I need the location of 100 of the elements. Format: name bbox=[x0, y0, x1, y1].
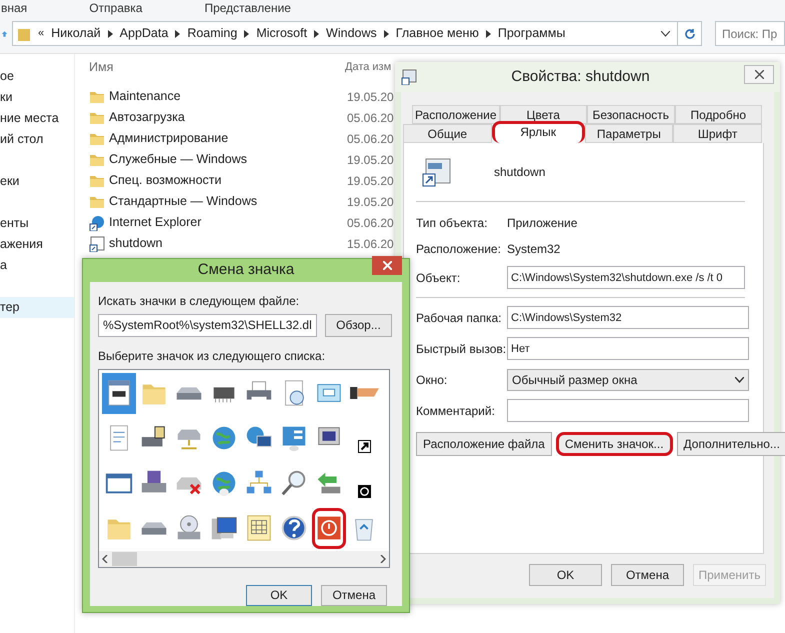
file-name[interactable]: shutdown bbox=[109, 234, 347, 253]
help-icon bbox=[279, 513, 309, 543]
chevron-right-icon bbox=[486, 30, 491, 38]
field-label: Окно: bbox=[416, 372, 448, 388]
shortcut-icon bbox=[89, 236, 105, 252]
close-button[interactable] bbox=[744, 64, 774, 84]
nav-item[interactable]: ки bbox=[0, 87, 74, 108]
nav-item[interactable]: ое bbox=[0, 66, 74, 87]
dialog-button[interactable]: OK bbox=[246, 584, 312, 606]
file-name[interactable]: Maintenance bbox=[109, 87, 347, 106]
column-header[interactable]: Дата изм bbox=[345, 58, 392, 76]
scroll-right-icon[interactable] bbox=[380, 554, 386, 562]
action-button[interactable]: Сменить значок... bbox=[556, 432, 673, 456]
file-name[interactable]: Спец. возможности bbox=[109, 171, 347, 190]
file-path-field[interactable]: %SystemRoot%\system32\SHELL32.dll bbox=[98, 314, 317, 336]
nav-item[interactable]: ажения bbox=[0, 234, 74, 255]
refresh-icon bbox=[684, 28, 696, 40]
shortcut-icon bbox=[401, 69, 417, 85]
nav-item[interactable]: еки bbox=[0, 171, 74, 192]
nav-item[interactable]: енты bbox=[0, 213, 74, 234]
dropdown-icon bbox=[735, 376, 744, 382]
close-icon bbox=[382, 260, 392, 270]
field-label: Объект: bbox=[416, 270, 462, 286]
chevron-right-icon bbox=[384, 30, 389, 38]
power-icon bbox=[358, 484, 370, 498]
window-title: Смена значка bbox=[196, 260, 296, 280]
tab[interactable]: Подробно bbox=[674, 105, 762, 124]
file-date: 19.05.20 bbox=[347, 152, 394, 168]
breadcrumb[interactable]: AppData bbox=[120, 24, 168, 43]
action-button[interactable]: Дополнительно... bbox=[676, 432, 785, 456]
field-label: Тип объекта: bbox=[416, 215, 488, 232]
shortcut-arrow-icon bbox=[358, 440, 370, 452]
file-date: 05.06.20 bbox=[347, 214, 394, 232]
field-label: Комментарий: bbox=[416, 402, 496, 420]
tab[interactable]: Безопасность bbox=[587, 105, 674, 124]
breadcrumb[interactable]: Главное меню bbox=[396, 24, 479, 43]
icon-list-label: Выберите значок из следующего списка: bbox=[98, 348, 326, 364]
input-field[interactable]: Нет bbox=[507, 337, 749, 360]
tab[interactable]: Ярлык bbox=[492, 121, 584, 143]
breadcrumb[interactable]: Программы bbox=[498, 24, 566, 43]
chevron-right-icon bbox=[108, 30, 113, 38]
shortcut-icon bbox=[422, 157, 452, 187]
file-date: 15.06.20 bbox=[347, 236, 394, 252]
breadcrumb[interactable]: Windows bbox=[326, 24, 377, 43]
file-name[interactable]: Служебные — Windows bbox=[109, 150, 347, 169]
icon-option[interactable] bbox=[102, 372, 136, 414]
close-button[interactable] bbox=[372, 256, 402, 275]
ribbon-tab[interactable]: вная bbox=[1, 2, 28, 14]
input-field[interactable]: C:\Windows\System32 bbox=[507, 306, 749, 329]
scroll-left-icon[interactable] bbox=[102, 554, 108, 562]
chevron-right-icon bbox=[175, 30, 180, 38]
file-date: 05.06.20 bbox=[347, 110, 394, 126]
file-name[interactable]: Автозагрузка bbox=[109, 108, 347, 127]
browser-shortcut-icon bbox=[89, 214, 105, 230]
column-header[interactable]: Имя bbox=[89, 58, 345, 76]
file-date: 19.05.20 bbox=[347, 172, 394, 190]
breadcrumb[interactable]: Microsoft bbox=[256, 24, 308, 43]
window-size-select[interactable]: Обычный размер окна bbox=[507, 368, 749, 390]
file-date: 19.05.20 bbox=[347, 88, 394, 106]
field-label: Рабочая папка: bbox=[416, 310, 503, 326]
field-value: System32 bbox=[507, 241, 560, 258]
ribbon-tab[interactable]: Отправка bbox=[89, 2, 142, 14]
field-label: Расположение: bbox=[416, 241, 502, 258]
action-button[interactable]: Расположение файла bbox=[416, 432, 552, 456]
close-icon bbox=[754, 70, 764, 78]
window-title: Свойства: shutdown bbox=[510, 66, 651, 87]
field-value: Приложение bbox=[507, 215, 578, 232]
nav-item[interactable]: ий стол bbox=[0, 129, 74, 150]
nav-item[interactable]: тер bbox=[0, 297, 74, 318]
tab[interactable]: Общие bbox=[403, 124, 492, 143]
input-field[interactable] bbox=[507, 399, 749, 422]
file-name[interactable]: Администрирование bbox=[109, 129, 347, 148]
dialog-button[interactable]: Отмена bbox=[611, 564, 684, 586]
ribbon-tab[interactable]: Представление bbox=[204, 2, 291, 14]
dropdown-icon[interactable] bbox=[661, 30, 670, 36]
nav-item[interactable]: ние места bbox=[0, 108, 74, 129]
tab[interactable]: Параметры bbox=[584, 124, 674, 143]
horizontal-scrollbar[interactable] bbox=[99, 550, 389, 566]
scrollbar-thumb[interactable] bbox=[112, 552, 137, 566]
chevron-right-icon bbox=[314, 30, 320, 38]
tab[interactable]: Расположение bbox=[412, 105, 500, 124]
file-name[interactable]: Стандартные — Windows bbox=[109, 192, 347, 211]
input-field[interactable]: C:\Windows\System32\shutdown.exe /s /t 0 bbox=[507, 266, 745, 289]
search-field[interactable]: Поиск: Пр bbox=[715, 21, 785, 46]
tab[interactable]: Шрифт bbox=[673, 124, 762, 143]
address-bar[interactable]: « Николай AppData Roaming Microsoft Windows Главное меню Программы bbox=[12, 21, 702, 46]
nav-item[interactable]: а bbox=[0, 255, 74, 276]
breadcrumb[interactable]: Roaming bbox=[187, 24, 238, 43]
field-label: Быстрый вызов: bbox=[416, 340, 507, 358]
file-date: 05.06.20 bbox=[347, 130, 394, 148]
dialog-button[interactable]: Отмена bbox=[321, 584, 387, 606]
hand-icon bbox=[350, 387, 378, 399]
shortcut-name: shutdown bbox=[494, 164, 546, 181]
browse-button[interactable]: Обзор... bbox=[325, 314, 392, 336]
breadcrumb[interactable]: Николай bbox=[51, 24, 101, 43]
breadcrumb-overflow[interactable]: « bbox=[38, 25, 44, 42]
file-name[interactable]: Internet Explorer bbox=[109, 213, 347, 232]
dialog-button[interactable]: OK bbox=[529, 564, 602, 586]
file-label: Искать значки в следующем файле: bbox=[98, 292, 300, 310]
file-date: 19.05.20 bbox=[347, 194, 394, 210]
